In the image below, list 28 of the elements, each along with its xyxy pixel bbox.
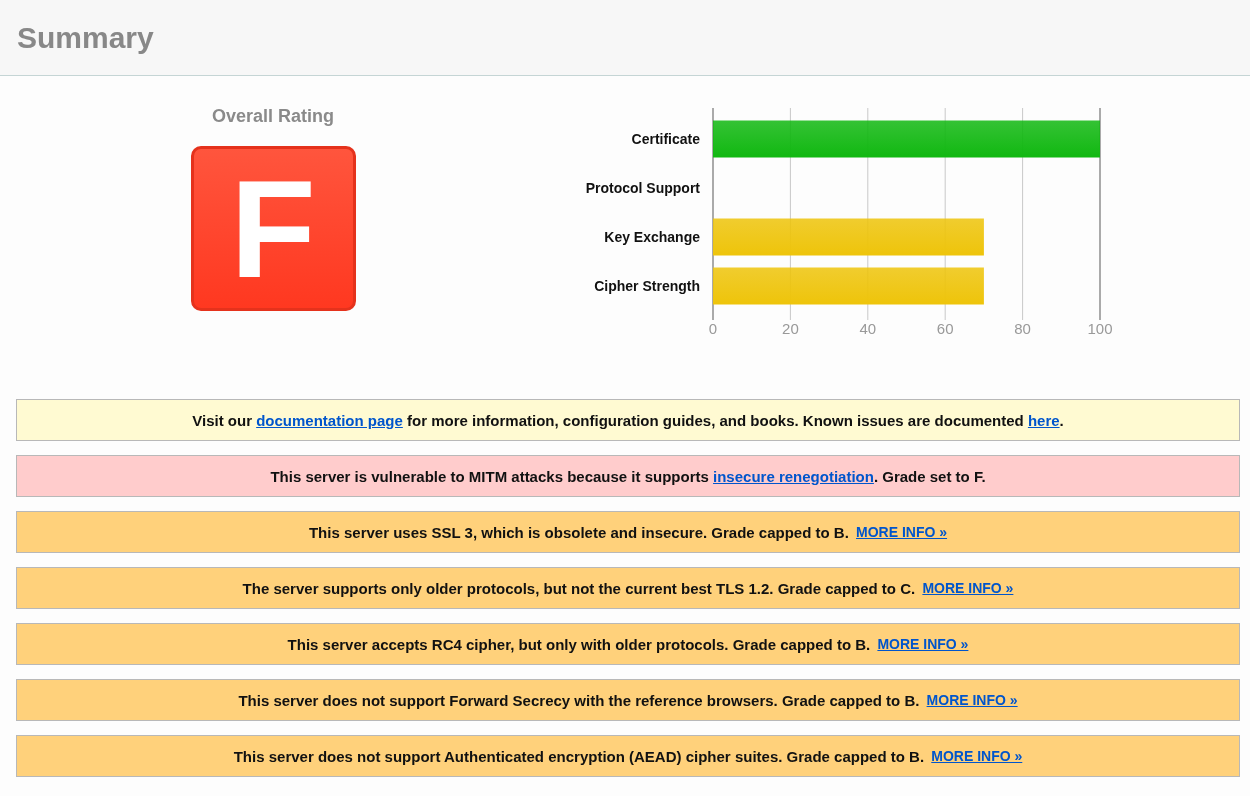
axis-tick-label: 60: [936, 320, 954, 337]
notice-message: This server uses SSL 3, which is obsolete and insecure. Grade capped to B. MORE INFO »: [16, 511, 1240, 553]
page-title: Summary: [17, 20, 154, 55]
more-info-link[interactable]: MORE INFO »: [922, 580, 1014, 596]
text-link[interactable]: insecure renegotiation: [713, 467, 874, 485]
notice-message: The server supports only older protocols, but not the current best TLS 1.2. Grade capped to C. MORE INFO »: [16, 567, 1240, 609]
axis-tick-label: 100: [1087, 320, 1113, 337]
axis-tick-label: 0: [708, 320, 718, 337]
grade-badge: F: [190, 146, 356, 311]
axis-tick-label: 40: [859, 320, 877, 337]
axis-tick-label: 80: [1014, 320, 1031, 337]
rating-label: Overall Rating: [211, 106, 334, 127]
category-label: Cipher Strength: [594, 278, 700, 294]
category-label: Certificate: [631, 131, 700, 147]
axis-tick-label: 20: [782, 320, 799, 337]
category-label: Protocol Support: [585, 180, 700, 196]
category-label: Key Exchange: [604, 229, 700, 245]
notice-message: This server is vulnerable to MITM attacks because it supports insecure renegotiation. Grade set to F.: [16, 455, 1240, 497]
notice-message: This server does not support Authenticated encryption (AEAD) cipher suites. Grade capped to B. MORE INFO »: [16, 735, 1240, 777]
notice-message: Visit our documentation page for more information, configuration guides, and books. Known issues are documented here.: [16, 399, 1240, 441]
notice-message: This server does not support Forward Secrecy with the reference browsers. Grade capped to B. MORE INFO »: [16, 679, 1240, 721]
text-link[interactable]: documentation page: [256, 411, 403, 429]
more-info-link[interactable]: MORE INFO »: [926, 692, 1018, 708]
more-info-link[interactable]: MORE INFO »: [931, 748, 1023, 764]
more-info-link[interactable]: MORE INFO »: [856, 524, 948, 540]
more-info-link[interactable]: MORE INFO »: [877, 636, 969, 652]
notice-message: This server accepts RC4 cipher, but only with older protocols. Grade capped to B. MORE INFO »: [16, 623, 1240, 665]
text-link[interactable]: here: [1027, 411, 1060, 429]
